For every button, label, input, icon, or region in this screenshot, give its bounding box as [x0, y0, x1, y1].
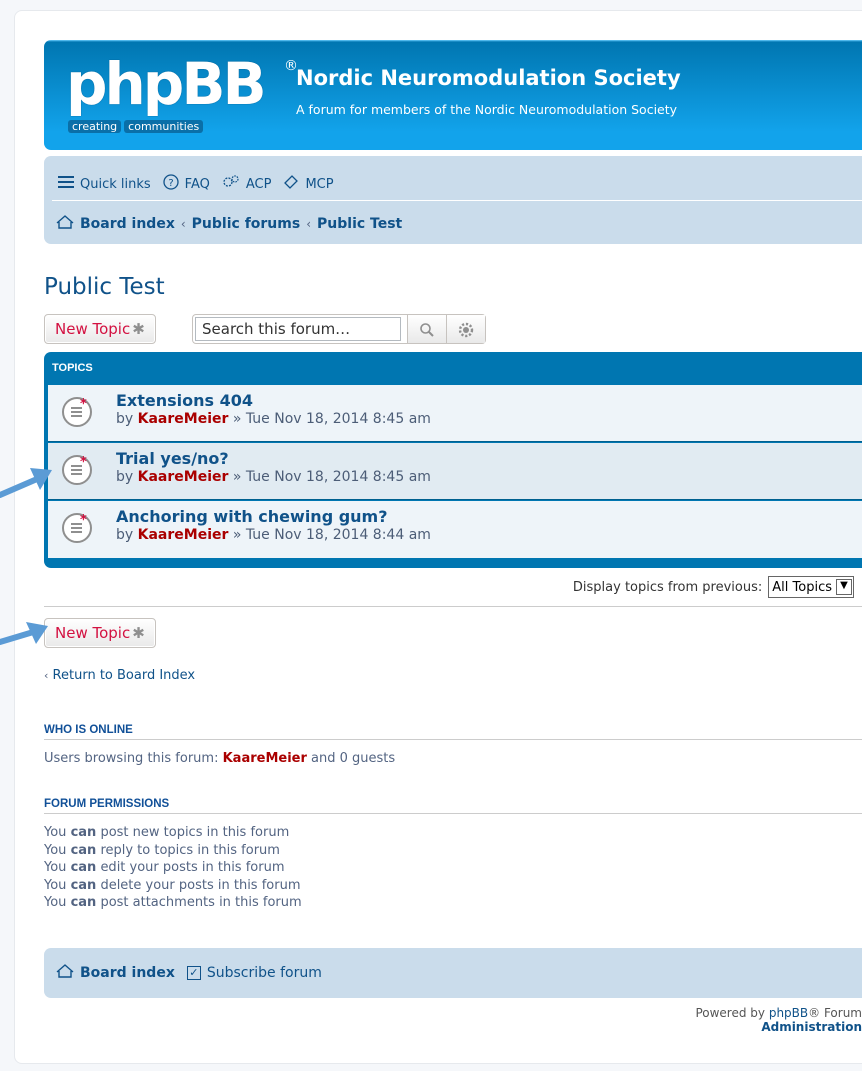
- topic-date: » Tue Nov 18, 2014 8:44 am: [232, 527, 431, 543]
- breadcrumb-public-forums[interactable]: Public forums: [192, 216, 301, 232]
- acp-gear-icon[interactable]: [222, 174, 240, 194]
- forum-search: Search this forum…: [192, 314, 486, 344]
- chevron-left-icon: ‹: [44, 669, 49, 682]
- topics-list: TOPICS * Extensions 404 by KaareMeier » …: [44, 352, 862, 568]
- topic-date: » Tue Nov 18, 2014 8:45 am: [232, 411, 431, 427]
- permission-line: You can edit your posts in this forum: [44, 860, 285, 876]
- new-topic-label: New Topic: [55, 624, 131, 642]
- topic-title-link[interactable]: Extensions 404: [116, 391, 253, 410]
- footer-board-index-link[interactable]: Board index: [80, 965, 175, 981]
- annotation-arrow-icon: [0, 622, 48, 645]
- return-link[interactable]: Return to Board Index: [53, 668, 196, 683]
- topic-by: by: [116, 527, 134, 543]
- subscribe-forum-link[interactable]: Subscribe forum: [207, 965, 322, 981]
- online-prefix: Users browsing this forum:: [44, 751, 219, 766]
- display-topics-select[interactable]: All Topics ▼: [768, 576, 854, 598]
- permission-line: You can post attachments in this forum: [44, 895, 302, 911]
- topic-title-link[interactable]: Anchoring with chewing gum?: [116, 507, 388, 526]
- breadcrumb-separator-icon: ‹: [306, 217, 312, 231]
- return-to-board-index[interactable]: ‹ Return to Board Index: [44, 668, 195, 683]
- search-input[interactable]: Search this forum…: [195, 317, 401, 341]
- powered-prefix: Powered by: [695, 1006, 765, 1020]
- quick-links-link[interactable]: Quick links: [80, 177, 151, 192]
- forum-permissions-heading: FORUM PERMISSIONS: [44, 798, 862, 814]
- home-icon[interactable]: [56, 215, 74, 233]
- phpbb-link[interactable]: phpBB: [769, 1006, 808, 1020]
- navbar-divider: [52, 200, 862, 201]
- topic-date: » Tue Nov 18, 2014 8:45 am: [232, 469, 431, 485]
- footer-navbar: Board index ✓ Subscribe forum: [44, 948, 862, 998]
- powered-suffix: ® Forum: [808, 1006, 862, 1020]
- mcp-gavel-icon[interactable]: [283, 174, 299, 194]
- topic-author-link[interactable]: KaareMeier: [138, 411, 229, 427]
- quick-links-row: Quick links ? FAQ ACP MCP: [58, 174, 334, 194]
- divider: [44, 606, 862, 607]
- site-title[interactable]: Nordic Neuromodulation Society: [296, 66, 681, 90]
- online-users: Users browsing this forum: KaareMeier an…: [44, 751, 395, 766]
- topic-row: * Extensions 404 by KaareMeier » Tue Nov…: [48, 385, 862, 442]
- topic-author-link[interactable]: KaareMeier: [138, 527, 229, 543]
- logo-wordmark: phpBB: [66, 50, 267, 118]
- display-topics-filter: Display topics from previous: All Topics…: [573, 576, 854, 598]
- who-is-online-heading: WHO IS ONLINE: [44, 724, 862, 740]
- site-header: phpBB ® creating communities Nordic Neuro…: [44, 40, 862, 150]
- footer-links: Board index ✓ Subscribe forum: [56, 964, 322, 982]
- topic-unread-icon: *: [62, 513, 92, 543]
- phpbb-logo[interactable]: phpBB ® creating communities: [66, 50, 298, 138]
- topic-meta: by KaareMeier » Tue Nov 18, 2014 8:45 am: [116, 411, 431, 427]
- page-title[interactable]: Public Test: [44, 274, 165, 300]
- annotation-arrow-icon: [0, 468, 52, 498]
- topic-meta: by KaareMeier » Tue Nov 18, 2014 8:44 am: [116, 527, 431, 543]
- svg-text:?: ?: [168, 178, 173, 189]
- topic-unread-icon: *: [62, 455, 92, 485]
- logo-tag-1: creating: [68, 120, 122, 133]
- logo-tag-2: communities: [124, 120, 204, 133]
- home-icon[interactable]: [56, 964, 74, 982]
- breadcrumb: Board index ‹ Public forums ‹ Public Tes…: [56, 215, 402, 233]
- faq-icon[interactable]: ?: [163, 174, 179, 194]
- topic-title-link[interactable]: Trial yes/no?: [116, 449, 229, 468]
- permission-line: You can post new topics in this forum: [44, 825, 290, 840]
- mcp-link[interactable]: MCP: [305, 177, 333, 192]
- checkbox-icon[interactable]: ✓: [186, 966, 201, 980]
- administration-link[interactable]: Administration: [761, 1020, 862, 1034]
- breadcrumb-separator-icon: ‹: [180, 217, 186, 231]
- online-suffix: and 0 guests: [311, 751, 396, 766]
- new-topic-button-bottom[interactable]: New Topic ✱: [44, 618, 156, 648]
- topic-by: by: [116, 411, 134, 427]
- faq-link[interactable]: FAQ: [185, 177, 210, 192]
- topic-by: by: [116, 469, 134, 485]
- chevron-down-icon[interactable]: ▼: [836, 579, 852, 595]
- breadcrumb-board-index[interactable]: Board index: [80, 216, 175, 232]
- topics-header: TOPICS: [52, 362, 93, 374]
- online-user-link[interactable]: KaareMeier: [223, 751, 307, 766]
- asterisk-icon: ✱: [132, 624, 145, 642]
- permission-line: You can delete your posts in this forum: [44, 877, 301, 893]
- powered-by: Powered by phpBB® Forum Administration: [695, 1006, 862, 1034]
- topic-meta: by KaareMeier » Tue Nov 18, 2014 8:45 am: [116, 469, 431, 485]
- topic-author-link[interactable]: KaareMeier: [138, 469, 229, 485]
- new-topic-button[interactable]: New Topic ✱: [44, 314, 156, 344]
- permissions-list: You can post new topics in this forum Yo…: [44, 824, 302, 912]
- new-topic-label: New Topic: [55, 320, 131, 338]
- topic-unread-icon: *: [62, 397, 92, 427]
- topic-row: * Trial yes/no? by KaareMeier » Tue Nov …: [48, 443, 862, 500]
- display-topics-value: All Topics: [772, 579, 832, 595]
- logo-tagline: creating communities: [68, 120, 206, 133]
- advanced-search-gear-icon[interactable]: [446, 315, 485, 343]
- navbar: Quick links ? FAQ ACP MCP Board index ‹ …: [44, 156, 862, 244]
- asterisk-icon: ✱: [132, 320, 145, 338]
- breadcrumb-public-test[interactable]: Public Test: [317, 216, 402, 232]
- permission-line: You can reply to topics in this forum: [44, 842, 280, 858]
- hamburger-icon[interactable]: [58, 176, 74, 192]
- topic-row: * Anchoring with chewing gum? by KaareMe…: [48, 501, 862, 558]
- search-icon[interactable]: [407, 315, 446, 343]
- acp-link[interactable]: ACP: [246, 177, 272, 192]
- display-topics-label: Display topics from previous:: [572, 579, 763, 595]
- site-description: A forum for members of the Nordic Neurom…: [296, 102, 678, 117]
